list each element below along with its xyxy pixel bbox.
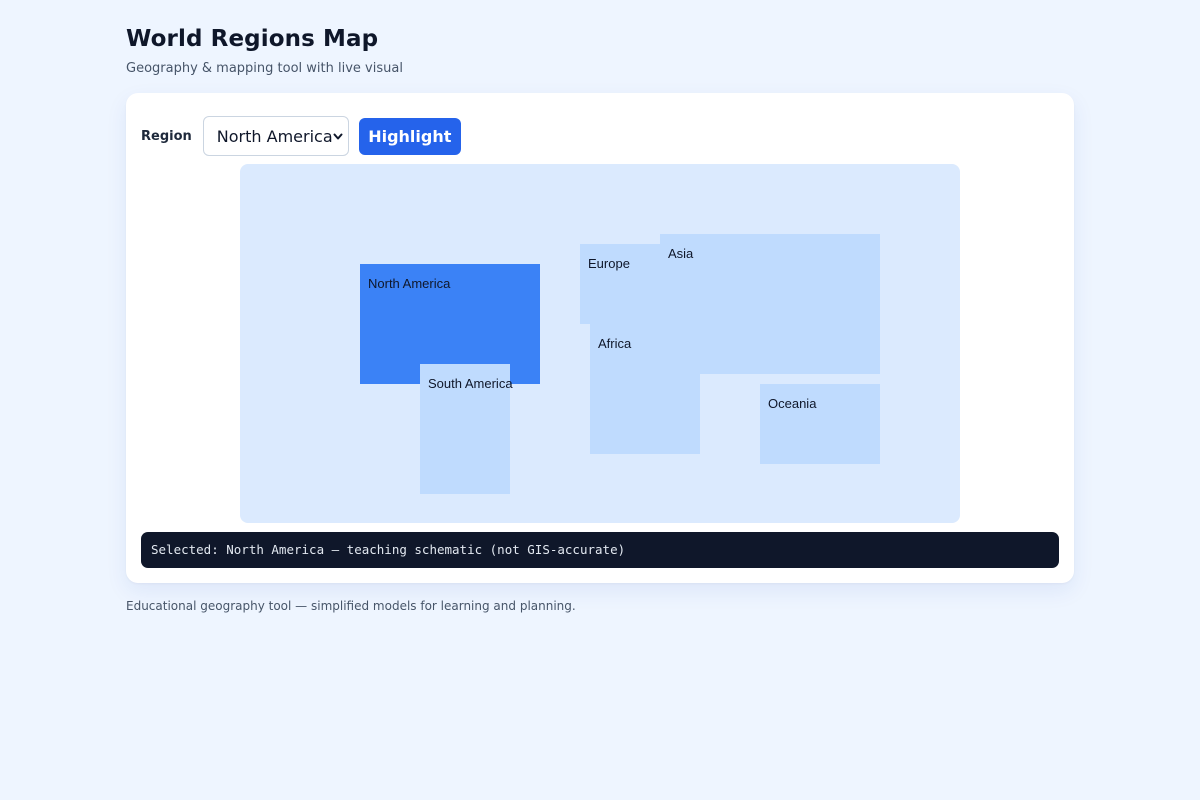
region-label-asia: Asia [668, 246, 694, 261]
region-select[interactable]: North America [202, 116, 349, 156]
region-oceania[interactable]: Oceania [760, 384, 880, 464]
region-europe[interactable]: Europe [580, 244, 670, 324]
map-card: Region North America Highlight North Ame… [126, 93, 1074, 583]
controls: Region North America Highlight [141, 116, 461, 156]
chevron-down-icon [333, 133, 343, 140]
page: World Regions Map Geography & mapping to… [126, 24, 1074, 613]
region-label-africa: Africa [598, 336, 632, 351]
region-select-value: North America [216, 126, 333, 146]
region-label: Region [141, 128, 192, 144]
region-label-oceania: Oceania [768, 396, 817, 411]
region-africa[interactable]: Africa [590, 324, 700, 454]
status-bar: Selected: North America — teaching schem… [141, 532, 1059, 568]
region-label-europe: Europe [588, 256, 630, 271]
region-label-north-america: North America [368, 276, 451, 291]
world-map: North America South America Europe Asia … [240, 164, 960, 523]
page-title: World Regions Map [126, 26, 379, 52]
highlight-button[interactable]: Highlight [358, 117, 461, 155]
page-subtitle: Geography & mapping tool with live visua… [126, 61, 403, 76]
region-label-south-america: South America [428, 376, 513, 391]
footer-note: Educational geography tool — simplified … [126, 599, 576, 613]
region-south-america[interactable]: South America [420, 364, 513, 494]
